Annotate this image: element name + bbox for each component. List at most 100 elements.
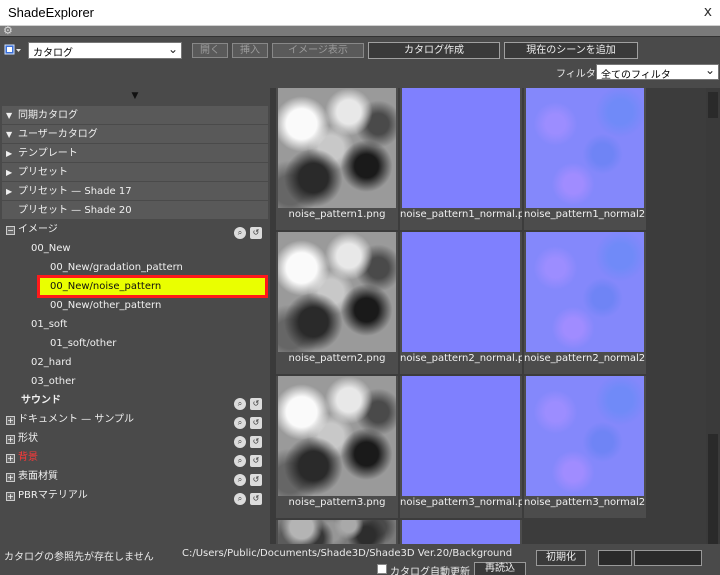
expand-box-icon[interactable]: +	[6, 492, 15, 501]
search-icon[interactable]: ⌕	[234, 398, 246, 410]
tree-item-01-soft[interactable]: 01_soft	[2, 315, 268, 334]
toolbar: カタログ ⌄ 開く 挿入 イメージ表示 カタログ作成 現在のシーンを追加 フィル…	[0, 38, 720, 84]
filter-select-value: 全てのフィルタ	[601, 70, 671, 81]
thumbnail-grid: noise_pattern1.png noise_pattern1_normal…	[276, 88, 706, 544]
search-icon[interactable]: ⌕	[234, 417, 246, 429]
refresh-icon[interactable]: ↺	[250, 417, 262, 429]
thumbnail-item[interactable]: noise_pattern2_normal2.png	[524, 232, 646, 374]
filter-label: フィルタ	[556, 69, 596, 80]
window-title: ShadeExplorer	[8, 5, 94, 20]
thumbnail-item[interactable]: noise_pattern3_normal.png	[400, 376, 522, 518]
triangle-right-icon: ▶	[6, 149, 13, 158]
thumbnail-item[interactable]: noise_pattern1_normal2.png	[524, 88, 646, 230]
thumbnail-image	[402, 88, 520, 208]
thumbnail-item[interactable]	[400, 520, 522, 544]
tree-item-00-new[interactable]: 00_New	[2, 239, 268, 258]
chevron-down-icon: ⌄	[167, 42, 178, 56]
close-icon[interactable]: x	[704, 4, 712, 20]
refresh-icon[interactable]: ↺	[250, 436, 262, 448]
tree-item-label: プリセット — Shade 20	[18, 205, 132, 216]
thumbnail-image	[526, 232, 644, 352]
refresh-icon[interactable]: ↺	[250, 227, 262, 239]
tree-item-preset-20[interactable]: プリセット — Shade 20	[2, 201, 268, 220]
tree-item-03-other[interactable]: 03_other	[2, 372, 268, 391]
expand-box-icon[interactable]: +	[6, 435, 15, 444]
thumbnail-item[interactable]: noise_pattern1_normal.png	[400, 88, 522, 230]
scrollbar-thumb[interactable]	[708, 92, 718, 118]
catalog-icon[interactable]	[4, 43, 22, 57]
image-display-button[interactable]: イメージ表示	[272, 43, 364, 58]
catalog-select[interactable]: カタログ ⌄	[28, 42, 182, 59]
thumbnail-item[interactable]: noise_pattern3_normal2.png	[524, 376, 646, 518]
insert-button[interactable]: 挿入	[232, 43, 268, 58]
thumbnail-item[interactable]	[276, 520, 398, 544]
thumbnail-image	[278, 520, 396, 544]
tree-item-surface[interactable]: + 表面材質 ⌕ ↺	[2, 467, 268, 486]
tree-item-label: 00_New	[31, 243, 71, 254]
tree-item-label: プリセット — Shade 17	[18, 186, 132, 197]
tree-item-shape[interactable]: + 形状 ⌕ ↺	[2, 429, 268, 448]
tree-item-soft-other[interactable]: 01_soft/other	[2, 334, 268, 353]
tree-item-label: 表面材質	[18, 471, 58, 482]
triangle-right-icon: ▶	[6, 168, 13, 177]
tree-item-02-hard[interactable]: 02_hard	[2, 353, 268, 372]
tree-item-template[interactable]: ▶ テンプレート	[2, 144, 268, 163]
thumbnail-item[interactable]: noise_pattern2.png	[276, 232, 398, 374]
status-bar: カタログの参照先が存在しません C:/Users/Public/Document…	[0, 545, 720, 575]
tree-item-background[interactable]: + 背景 ⌕ ↺	[2, 448, 268, 467]
refresh-icon[interactable]: ↺	[250, 474, 262, 486]
tree-item-label: ドキュメント — サンプル	[18, 414, 135, 425]
thumbnail-caption: noise_pattern2_normal2.png	[524, 353, 646, 364]
search-icon[interactable]: ⌕	[234, 436, 246, 448]
tree-item-sync-catalog[interactable]: ▼ 同期カタログ	[2, 106, 268, 125]
refresh-icon[interactable]: ↺	[250, 398, 262, 410]
search-icon[interactable]: ⌕	[234, 493, 246, 505]
tree-item-preset[interactable]: ▶ プリセット	[2, 163, 268, 182]
expand-box-icon[interactable]: +	[6, 416, 15, 425]
gear-icon[interactable]: ⚙	[3, 24, 13, 37]
filter-select[interactable]: 全てのフィルタ ⌄	[596, 63, 719, 81]
create-catalog-button[interactable]: カタログ作成	[368, 42, 500, 59]
thumbnail-image	[402, 520, 520, 544]
thumbnail-item[interactable]: noise_pattern3.png	[276, 376, 398, 518]
search-icon[interactable]: ⌕	[234, 455, 246, 467]
tree-item-sound[interactable]: サウンド ⌕ ↺	[2, 391, 268, 410]
tree-item-image[interactable]: − イメージ ⌕ ↺	[2, 220, 268, 239]
auto-update-checkbox[interactable]	[377, 564, 387, 574]
initialize-button[interactable]: 初期化	[536, 550, 586, 566]
open-button[interactable]: 開く	[192, 43, 228, 58]
expand-box-icon[interactable]: +	[6, 454, 15, 463]
refresh-icon[interactable]: ↺	[250, 455, 262, 467]
options-bar: ⚙	[0, 24, 720, 37]
expand-box-icon[interactable]: +	[6, 473, 15, 482]
triangle-down-icon: ▼	[6, 130, 13, 139]
tree-item-user-catalog[interactable]: ▼ ユーザーカタログ	[2, 125, 268, 144]
collapse-box-icon[interactable]: −	[6, 226, 15, 235]
chevron-down-icon: ⌄	[704, 63, 715, 77]
tree-item-label: 03_other	[31, 376, 76, 387]
add-current-scene-button[interactable]: 現在のシーンを追加	[504, 42, 638, 59]
tree-item-pbr[interactable]: + PBRマテリアル ⌕ ↺	[2, 486, 268, 505]
thumbnail-image	[526, 88, 644, 208]
tree-item-preset-17[interactable]: ▶ プリセット — Shade 17	[2, 182, 268, 201]
vertical-scrollbar[interactable]	[706, 88, 720, 544]
catalog-tree: ▼ ▼ 同期カタログ ▼ ユーザーカタログ ▶ テンプレート ▶ プリセット ▶ プリセッ…	[2, 88, 268, 541]
thumbnail-item[interactable]: noise_pattern2_normal.png	[400, 232, 522, 374]
search-icon[interactable]: ⌕	[234, 227, 246, 239]
reload-button[interactable]: 再読込	[474, 562, 526, 575]
collapse-arrow-icon[interactable]: ▼	[2, 88, 268, 104]
thumbnail-caption: noise_pattern3.png	[288, 497, 386, 508]
title-bar: ShadeExplorer x	[0, 0, 720, 26]
thumbnail-caption: noise_pattern1_normal.png	[400, 209, 522, 220]
tree-item-other-pattern[interactable]: 00_New/other_pattern	[2, 296, 268, 315]
refresh-icon[interactable]: ↺	[250, 493, 262, 505]
tree-item-noise-pattern[interactable]: 00_New/noise_pattern	[37, 275, 268, 298]
thumbnail-image	[278, 88, 396, 208]
search-icon[interactable]: ⌕	[234, 474, 246, 486]
tree-item-document[interactable]: + ドキュメント — サンプル ⌕ ↺	[2, 410, 268, 429]
scrollbar-track-lower[interactable]	[708, 434, 718, 544]
thumbnail-item[interactable]: noise_pattern1.png	[276, 88, 398, 230]
status-message: カタログの参照先が存在しません	[4, 552, 154, 563]
thumbnail-caption: noise_pattern3_normal2.png	[524, 497, 646, 508]
triangle-down-icon: ▼	[6, 111, 13, 120]
